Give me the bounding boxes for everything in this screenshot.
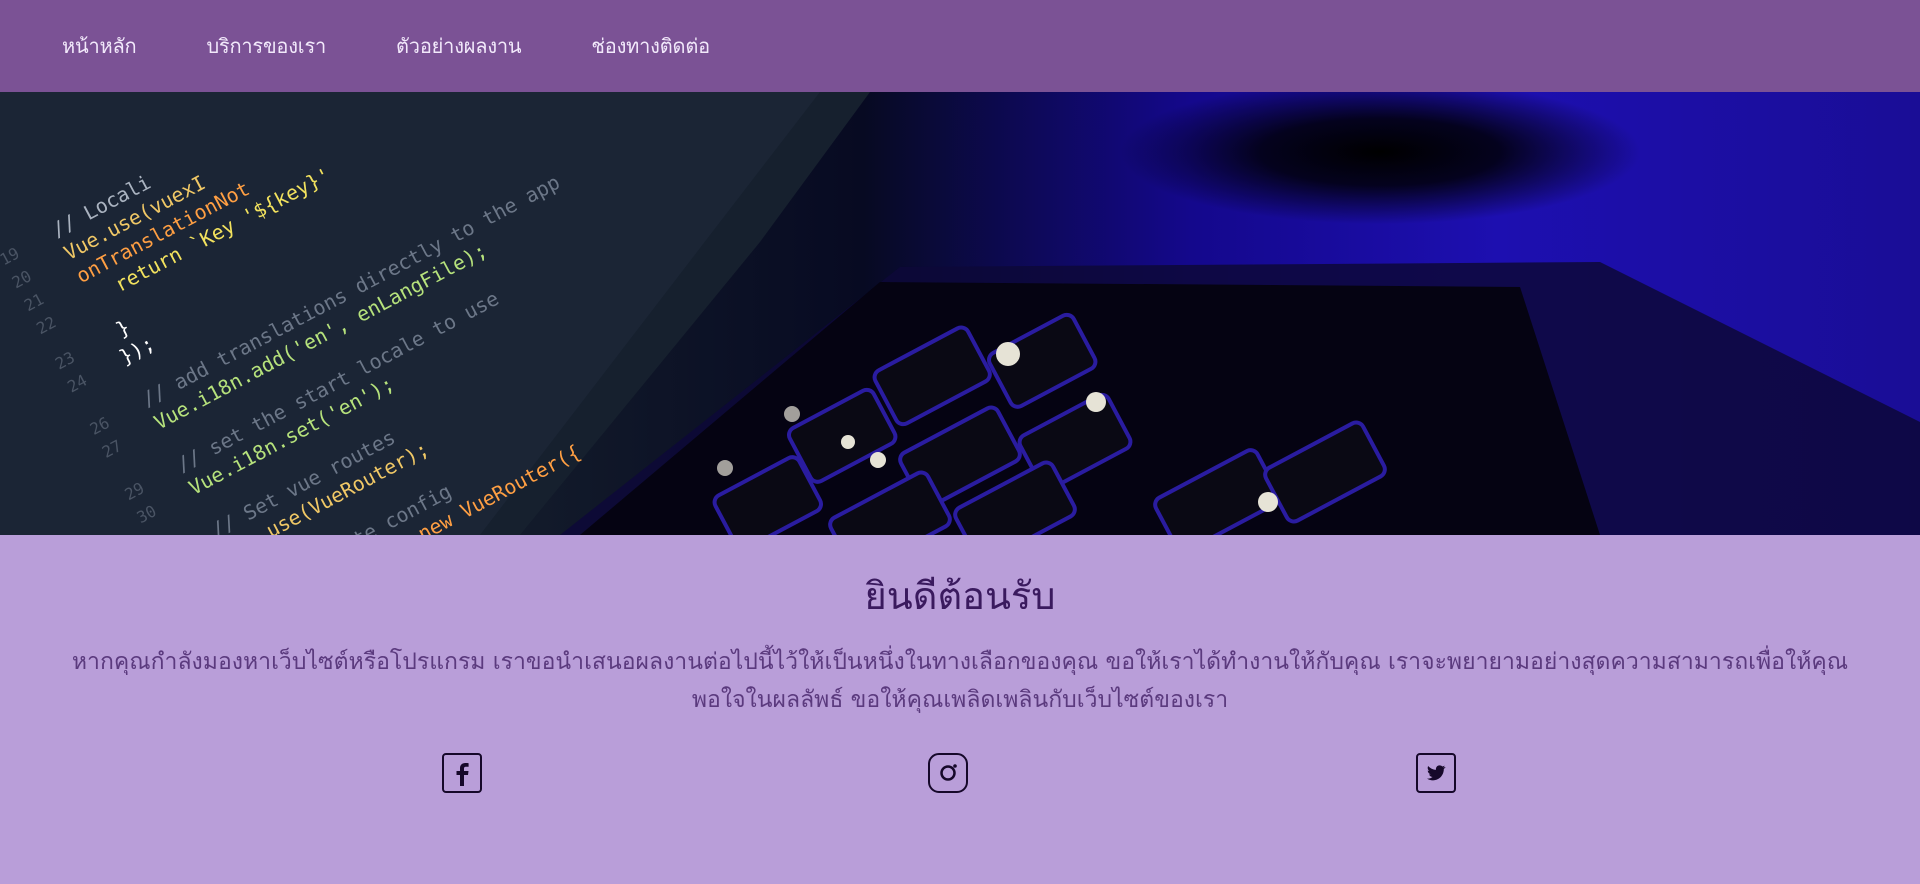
instagram-link[interactable] [928,753,968,793]
twitter-icon [1427,765,1446,781]
facebook-link[interactable] [442,753,482,793]
welcome-section: ยินดีต้อนรับ หากคุณกำลังมองหาเว็บไซต์หรื… [0,535,1920,884]
welcome-title: ยินดีต้อนรับ [864,574,1056,618]
instagram-icon [940,764,957,781]
welcome-paragraph: หากคุณกำลังมองหาเว็บไซต์หรือโปรแกรม เราข… [71,649,1849,713]
top-navbar: หน้าหลัก บริการของเรา ตัวอย่างผลงาน ช่อง… [0,0,1920,92]
laptop-code-illustration: // Locali Vue.use(vuexI onTranslationNot… [0,92,1920,535]
nav-link-contact[interactable]: ช่องทางติดต่อ [591,30,710,62]
nav-links: หน้าหลัก บริการของเรา ตัวอย่างผลงาน ช่อง… [62,30,780,62]
hero-image: // Locali Vue.use(vuexI onTranslationNot… [0,92,1920,535]
nav-link-portfolio[interactable]: ตัวอย่างผลงาน [396,30,522,62]
facebook-icon [456,763,469,786]
nav-link-home[interactable]: หน้าหลัก [62,30,137,62]
nav-link-services[interactable]: บริการของเรา [206,30,326,62]
twitter-link[interactable] [1416,753,1456,793]
